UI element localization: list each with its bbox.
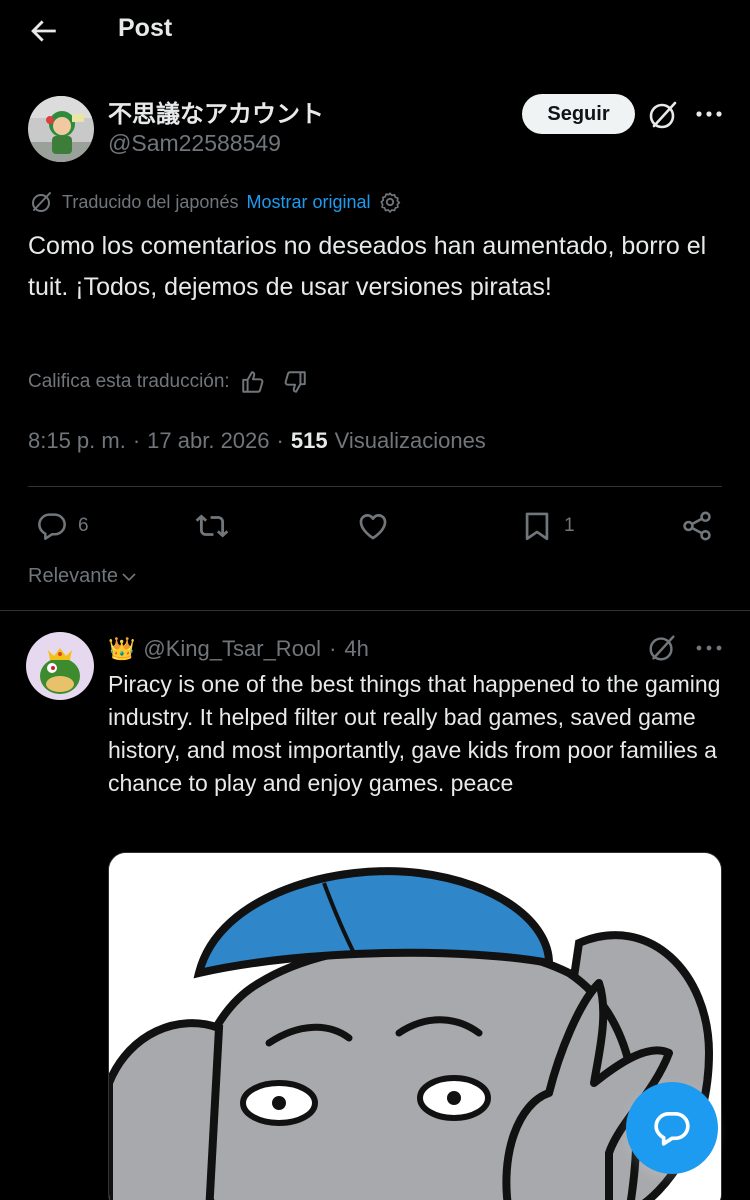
repost-icon: [195, 514, 229, 538]
heart-icon: [359, 514, 387, 540]
more-dots-icon: [696, 645, 722, 651]
grok-icon: [649, 635, 675, 661]
bookmark-icon: [525, 512, 549, 541]
bookmark-count: 1: [564, 515, 575, 536]
reply-icon: [38, 513, 66, 540]
meta-separator: ·: [329, 636, 337, 661]
share-action[interactable]: [680, 508, 714, 544]
post-time[interactable]: 8:15 p. m.: [28, 428, 126, 454]
meta-separator: ·: [276, 428, 284, 453]
author-avatar[interactable]: [28, 96, 94, 162]
reply-count: 6: [78, 515, 89, 536]
bookmark-action[interactable]: 1: [520, 508, 575, 544]
translate-icon: [32, 192, 51, 212]
thumbs-down-icon[interactable]: [282, 369, 308, 395]
more-dots-icon: [696, 111, 722, 117]
divider: [0, 610, 750, 611]
author-handle[interactable]: @Sam22588549: [108, 130, 281, 157]
compose-reply-icon: [654, 1112, 690, 1146]
show-original-link[interactable]: Mostrar original: [246, 192, 370, 213]
sort-label: Relevante: [28, 565, 119, 587]
reply-header: 👑 @King_Tsar_Rool · 4h: [108, 634, 369, 664]
more-options-button[interactable]: [694, 102, 724, 126]
gear-icon[interactable]: [379, 191, 401, 213]
author-display-name[interactable]: 不思議なアカウント: [108, 94, 324, 129]
back-button[interactable]: [26, 14, 60, 48]
grok-button[interactable]: [646, 98, 680, 132]
chevron-down-icon: [122, 572, 136, 581]
arrow-left-icon: [31, 20, 56, 42]
views-label[interactable]: Visualizaciones: [335, 428, 486, 454]
divider: [28, 486, 722, 487]
sort-replies-dropdown[interactable]: Relevante: [28, 565, 138, 588]
views-count[interactable]: 515: [291, 428, 328, 454]
reply-text: Piracy is one of the best things that ha…: [108, 671, 721, 796]
reply-more-options-button[interactable]: [694, 637, 724, 659]
reply-handle[interactable]: @King_Tsar_Rool: [143, 636, 321, 662]
post-date[interactable]: 17 abr. 2026: [147, 428, 269, 454]
meta-separator: ·: [132, 428, 141, 453]
compose-reply-button[interactable]: [626, 1082, 718, 1174]
share-icon: [683, 511, 711, 541]
reply-avatar[interactable]: [26, 632, 94, 700]
translated-from-label: Traducido del japonés: [62, 191, 239, 212]
rate-translation: Califica esta traducción:: [28, 367, 308, 397]
top-bar: Post: [0, 0, 750, 62]
repost-action[interactable]: [195, 508, 239, 544]
post-text: Como los comentarios no deseados han aum…: [28, 232, 707, 301]
rate-translation-label: Califica esta traducción:: [28, 371, 230, 392]
post-meta: 8:15 p. m. · 17 abr. 2026 · 515 Visualiz…: [28, 428, 486, 454]
crown-badge: 👑: [108, 636, 136, 661]
reply-grok-button[interactable]: [646, 632, 678, 664]
reply-action[interactable]: 6: [36, 508, 89, 544]
reply-time[interactable]: 4h: [344, 636, 368, 662]
grok-icon: [649, 101, 677, 129]
follow-button[interactable]: Seguir: [522, 94, 635, 134]
page-title: Post: [118, 14, 173, 42]
translation-notice: Traducido del japonés Mostrar original: [30, 188, 401, 216]
like-action[interactable]: [356, 508, 400, 544]
thumbs-up-icon[interactable]: [240, 369, 266, 395]
